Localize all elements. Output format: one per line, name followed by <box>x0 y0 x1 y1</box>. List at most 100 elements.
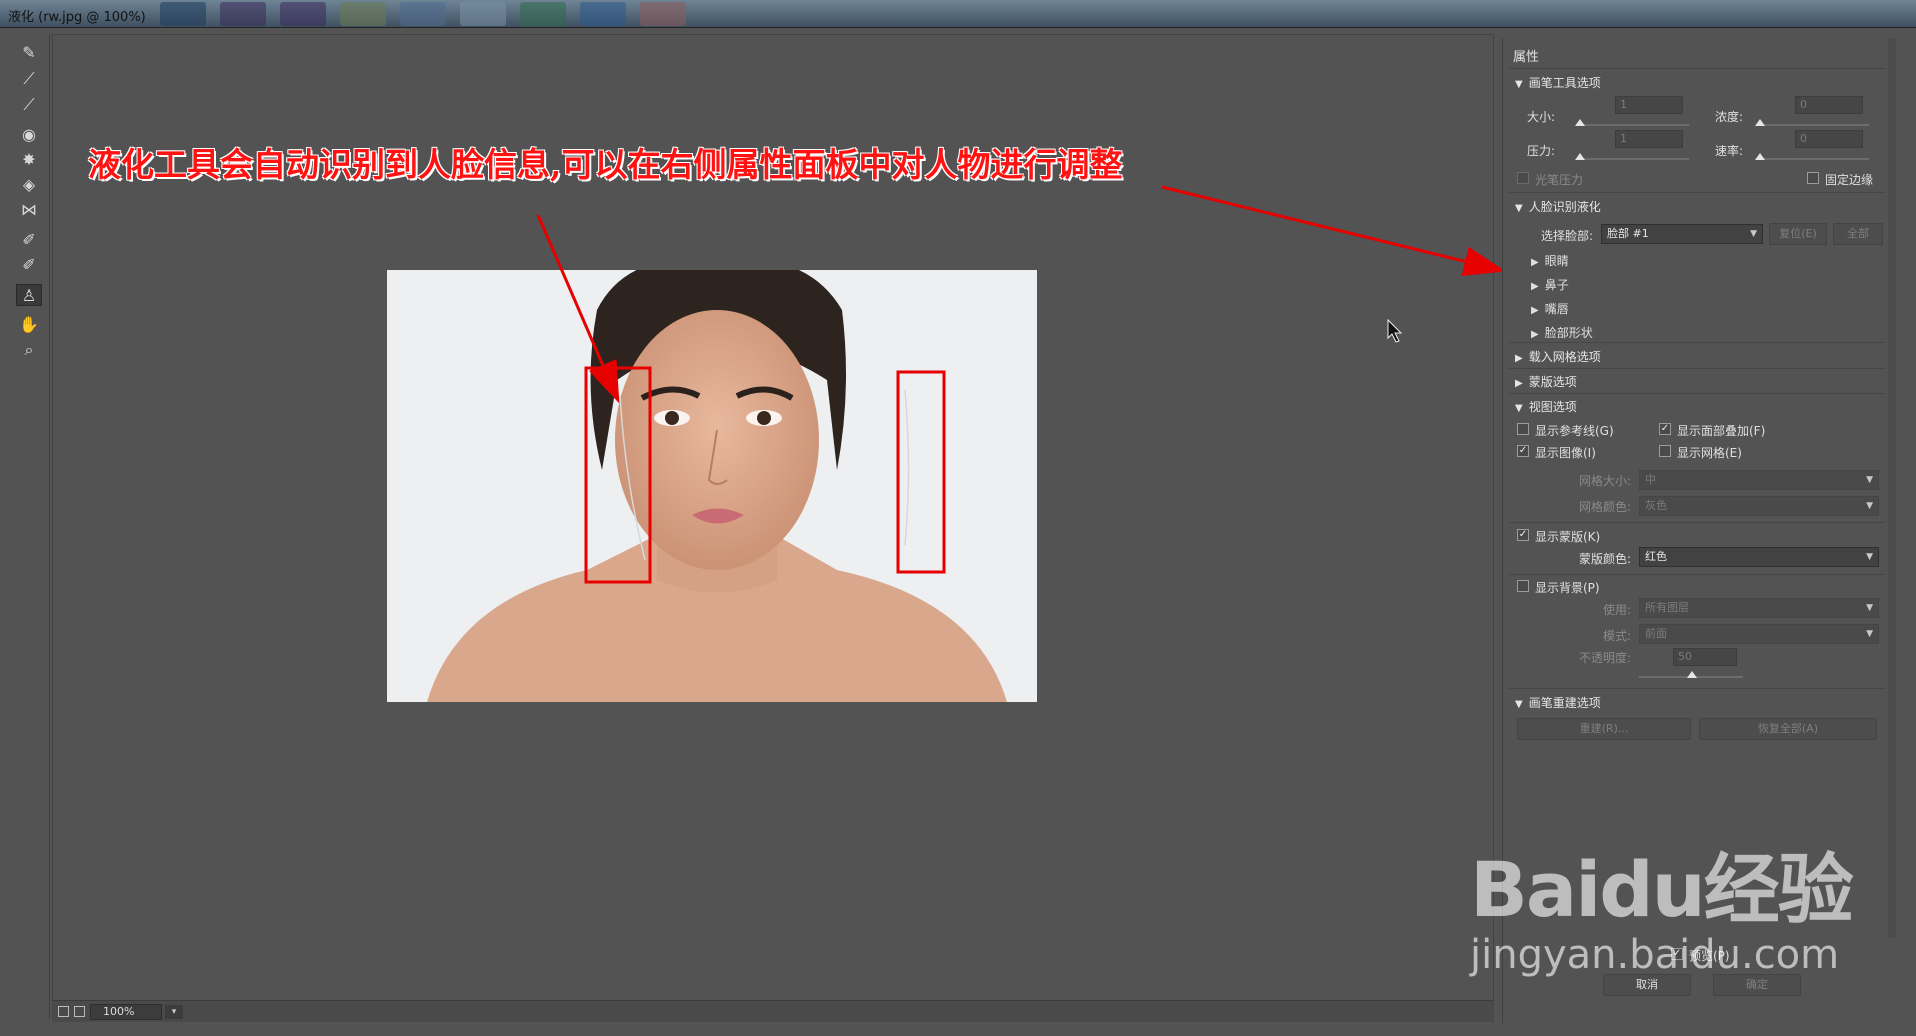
show-guides-label: 显示参考线(G) <box>1535 424 1614 438</box>
twirl-tool-icon[interactable]: ◉ <box>16 124 42 146</box>
chevron-down-icon: ▼ <box>1866 501 1873 511</box>
stylus-pressure-label: 光笔压力 <box>1535 173 1584 187</box>
size-slider[interactable] <box>1579 124 1689 126</box>
opacity-slider-knob[interactable] <box>1687 671 1697 678</box>
hand-tool-icon[interactable]: ✋ <box>16 314 42 336</box>
annotation-text: 液化工具会自动识别到人脸信息,可以在右侧属性面板中对人物进行调整 <box>88 145 1123 184</box>
bloat-tool-icon[interactable]: ◈ <box>16 174 42 196</box>
triangle-down-icon: ▼ <box>1515 403 1523 414</box>
mask-color-value: 红色 <box>1645 550 1667 563</box>
select-face-dropdown[interactable]: 脸部 #1 ▼ <box>1601 224 1763 244</box>
ps-icon[interactable] <box>160 2 206 26</box>
reconstruct-tool-icon[interactable]: ⟋ <box>16 68 42 90</box>
opacity-field[interactable]: 50 <box>1673 648 1737 666</box>
panel-scrollbar[interactable] <box>1888 38 1896 938</box>
triangle-right-icon: ▶ <box>1515 353 1523 364</box>
show-guides-checkbox[interactable] <box>1517 423 1529 435</box>
stylus-pressure-checkbox[interactable] <box>1517 172 1529 184</box>
chevron-down-icon: ▼ <box>1866 475 1873 485</box>
triangle-down-icon: ▼ <box>1515 79 1523 90</box>
mask-color-dropdown[interactable]: 红色 ▼ <box>1639 547 1879 567</box>
pressure-slider[interactable] <box>1579 158 1689 160</box>
pressure-slider-knob[interactable] <box>1575 153 1585 160</box>
portrait-photo[interactable] <box>387 270 1037 702</box>
triangle-right-icon: ▶ <box>1531 329 1539 340</box>
title-bar: 液化 (rw.jpg @ 100%) <box>0 0 1916 28</box>
density-field[interactable]: 0 <box>1795 96 1863 114</box>
push-left-tool-icon[interactable]: ⋈ <box>16 199 42 221</box>
show-mesh-checkbox[interactable] <box>1659 445 1671 457</box>
reset-button[interactable]: 复位(E) <box>1769 223 1827 245</box>
mesh-color-dropdown[interactable]: 灰色 ▼ <box>1639 496 1879 516</box>
zoom-level[interactable]: 100% ▾ <box>90 1004 183 1020</box>
section-load-mesh[interactable]: ▶ 载入网格选项 <box>1515 348 1601 365</box>
section-view-options[interactable]: ▼ 视图选项 <box>1515 398 1577 415</box>
pin-edges-checkbox[interactable] <box>1807 172 1819 184</box>
show-mask-checkbox[interactable]: ✓ <box>1517 529 1529 541</box>
chevron-down-icon[interactable]: ▾ <box>165 1005 183 1019</box>
status-bar: 100% ▾ <box>52 1000 1494 1022</box>
density-slider-knob[interactable] <box>1755 119 1765 126</box>
subsection-face-shape[interactable]: ▶ 脸部形状 <box>1531 324 1593 341</box>
mode-dropdown[interactable]: 前面 ▼ <box>1639 624 1879 644</box>
subsection-eyes[interactable]: ▶ 眼睛 <box>1531 252 1569 269</box>
all-button[interactable]: 全部 <box>1833 223 1883 245</box>
smooth-tool-icon[interactable]: ⟋ <box>16 94 42 116</box>
section-brush-tool-options[interactable]: ▼ 画笔工具选项 <box>1515 74 1601 91</box>
section-face-aware-liquify[interactable]: ▼ 人脸识别液化 <box>1515 198 1601 215</box>
mode-value: 前面 <box>1645 627 1667 640</box>
pucker-tool-icon[interactable]: ✸ <box>16 149 42 171</box>
use-dropdown[interactable]: 所有图层 ▼ <box>1639 598 1879 618</box>
section-mask-options[interactable]: ▶ 蒙版选项 <box>1515 373 1577 390</box>
subsection-lips[interactable]: ▶ 嘴唇 <box>1531 300 1569 317</box>
restore-all-button[interactable]: 恢复全部(A) <box>1699 718 1877 740</box>
rate-slider-knob[interactable] <box>1755 153 1765 160</box>
app-icon[interactable] <box>400 2 446 26</box>
triangle-right-icon: ▶ <box>1515 378 1523 389</box>
zoom-tool-icon[interactable]: ⌕ <box>16 339 42 361</box>
watermark-url: jingyan.baidu.com <box>1470 932 1840 978</box>
show-face-overlay-label: 显示面部叠加(F) <box>1677 424 1766 438</box>
chrome-icon[interactable] <box>340 2 386 26</box>
opacity-label: 不透明度: <box>1579 651 1632 665</box>
triangle-right-icon: ▶ <box>1531 305 1539 316</box>
size-slider-knob[interactable] <box>1575 119 1585 126</box>
rate-slider[interactable] <box>1759 158 1869 160</box>
freeze-mask-tool-icon[interactable]: ✐ <box>16 229 42 251</box>
tools-panel: ✎ ⟋ ⟋ ◉ ✸ ◈ ⋈ ✐ ✐ ♙ ✋ ⌕ <box>8 34 50 1019</box>
app-icon-3[interactable] <box>640 2 686 26</box>
pressure-field[interactable]: 1 <box>1615 130 1683 148</box>
pr-icon[interactable] <box>280 2 326 26</box>
app-icon-2[interactable] <box>460 2 506 26</box>
rate-field[interactable]: 0 <box>1795 130 1863 148</box>
taskbar-icons <box>160 2 686 26</box>
reconstruct-button[interactable]: 重建(R)... <box>1517 718 1691 740</box>
use-label: 使用: <box>1603 603 1632 617</box>
use-value: 所有图层 <box>1645 601 1689 614</box>
mesh-size-dropdown[interactable]: 中 ▼ <box>1639 470 1879 490</box>
chevron-down-icon: ▼ <box>1866 629 1873 639</box>
density-slider[interactable] <box>1759 124 1869 126</box>
show-mesh-label: 显示网格(E) <box>1677 446 1742 460</box>
mesh-size-value: 中 <box>1645 473 1656 486</box>
subsection-nose[interactable]: ▶ 鼻子 <box>1531 276 1569 293</box>
show-image-checkbox[interactable]: ✓ <box>1517 445 1529 457</box>
zoom-in-icon[interactable] <box>74 1006 85 1017</box>
section-brush-reconstruct[interactable]: ▼ 画笔重建选项 <box>1515 694 1601 711</box>
zoom-value: 100% <box>103 1005 135 1018</box>
chevron-down-icon: ▼ <box>1866 603 1873 613</box>
thaw-mask-tool-icon[interactable]: ✐ <box>16 254 42 276</box>
zoom-out-icon[interactable] <box>58 1006 69 1017</box>
chevron-down-icon: ▼ <box>1750 229 1757 239</box>
size-field[interactable]: 1 <box>1615 96 1683 114</box>
mesh-color-label: 网格颜色: <box>1579 500 1632 514</box>
show-backdrop-checkbox[interactable] <box>1517 580 1529 592</box>
ai-icon[interactable] <box>220 2 266 26</box>
triangle-down-icon: ▼ <box>1515 203 1523 214</box>
forward-warp-tool-icon[interactable]: ✎ <box>16 42 42 64</box>
face-tool-icon[interactable]: ♙ <box>16 284 42 306</box>
show-face-overlay-checkbox[interactable]: ✓ <box>1659 423 1671 435</box>
word-icon[interactable] <box>580 2 626 26</box>
excel-icon[interactable] <box>520 2 566 26</box>
watermark-logo-text: Baidu经验 <box>1470 845 1854 934</box>
